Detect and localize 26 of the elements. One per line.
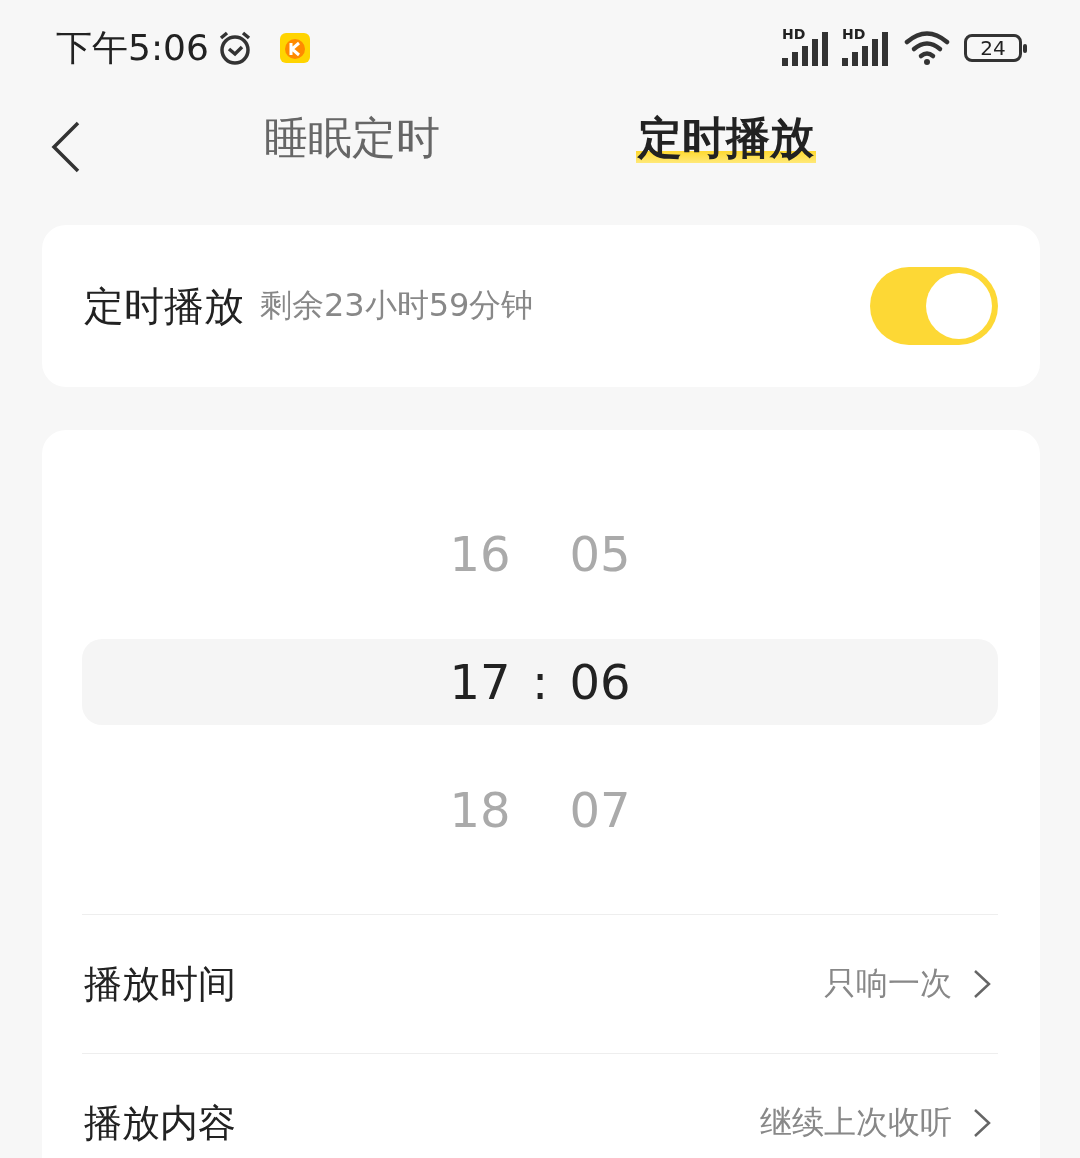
back-icon[interactable] [50, 120, 82, 174]
hour-value: 18 [448, 782, 512, 838]
minute-value: 05 [568, 526, 632, 582]
setting-value[interactable]: 继续上次收听 [760, 1101, 952, 1145]
app-icon [278, 32, 311, 64]
timer-title: 定时播放 [84, 281, 244, 331]
time-option-row[interactable]: 16 05 [82, 490, 998, 618]
battery-level: 24 [980, 36, 1006, 60]
hd-label: HD [842, 26, 866, 42]
setting-label: 播放时间 [83, 960, 236, 1008]
tab[interactable]: 睡眠定时 [262, 108, 442, 168]
minute-value: 07 [568, 782, 632, 838]
minute-value: 06 [568, 654, 632, 710]
setting-label: 播放内容 [83, 1099, 236, 1147]
setting-value[interactable]: 只响一次 [824, 962, 952, 1006]
wifi-icon [904, 30, 950, 66]
time-separator: : [530, 654, 550, 710]
hour-value: 16 [448, 526, 512, 582]
selected-time-row[interactable]: 17 : 06 [82, 639, 998, 725]
status-time: 下午5:06 [56, 25, 209, 70]
chevron-right-icon[interactable] [972, 968, 992, 1000]
remaining-time: 剩余23小时59分钟 [260, 285, 534, 326]
hd-label: HD [782, 26, 806, 42]
time-option-row[interactable]: 18 07 [82, 746, 998, 874]
hour-value: 17 [448, 654, 512, 710]
chevron-right-icon[interactable] [972, 1107, 992, 1139]
